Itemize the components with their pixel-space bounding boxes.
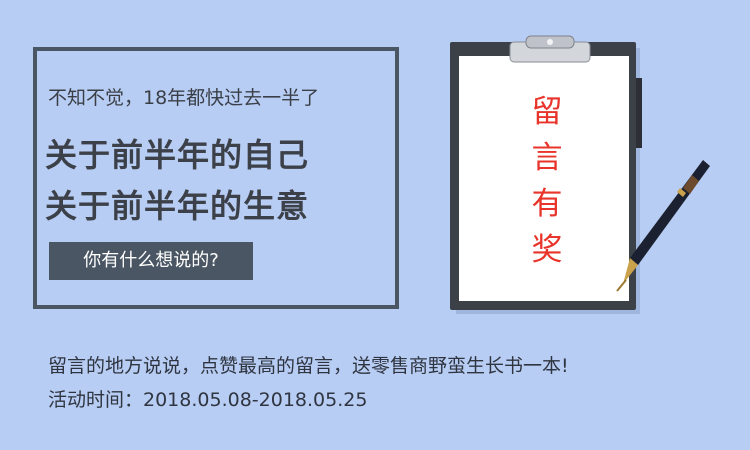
headline-self: 关于前半年的自己	[45, 136, 310, 174]
promo-description: 留言的地方说说，点赞最高的留言，送零售商野蛮生长书一本!	[48, 355, 569, 377]
question-badge: 你有什么想说的?	[49, 242, 253, 280]
clipboard-icon	[450, 35, 710, 314]
clipboard-char-3: 有	[531, 186, 563, 222]
clipboard-char-1: 留	[531, 94, 563, 130]
clipboard-char-4: 奖	[531, 232, 563, 268]
clipboard-char-2: 言	[531, 140, 563, 176]
activity-time: 活动时间：2018.05.08-2018.05.25	[48, 389, 368, 411]
subtitle: 不知不觉，18年都快过去一半了	[48, 87, 320, 109]
headline-business: 关于前半年的生意	[45, 187, 310, 225]
